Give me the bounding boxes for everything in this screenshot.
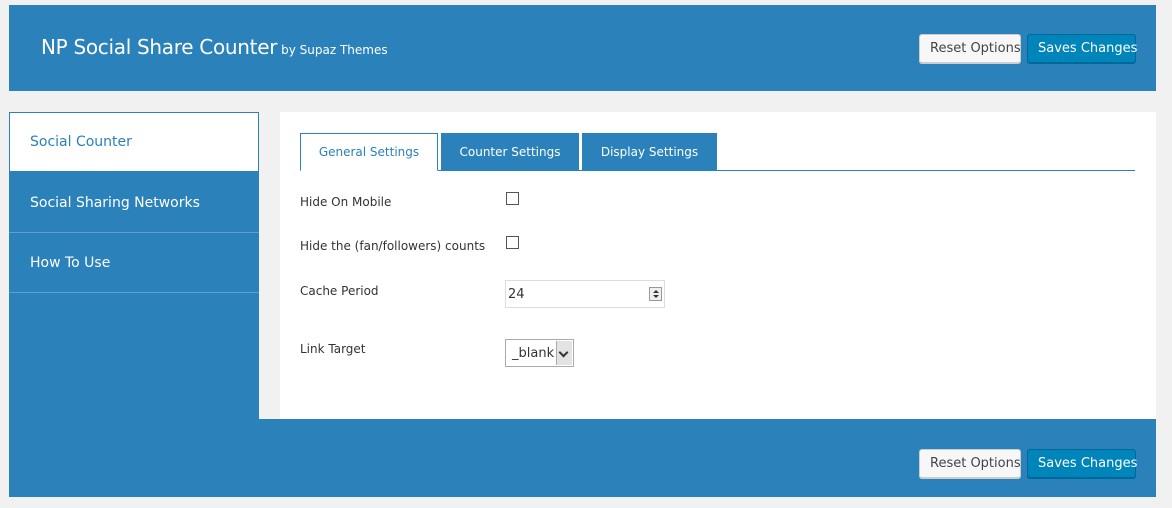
cache-period-label: Cache Period	[300, 284, 379, 298]
plugin-byline: by Supaz Themes	[281, 43, 388, 57]
footer-reset-button[interactable]: Reset Options	[919, 449, 1021, 478]
hide-on-mobile-label: Hide On Mobile	[300, 195, 392, 209]
footer-save-button[interactable]: Saves Changes	[1027, 449, 1137, 478]
hide-counts-label: Hide the (fan/followers) counts	[300, 239, 486, 253]
page-title: NP Social Share Counter by Supaz Themes	[41, 35, 388, 59]
tab-counter-settings[interactable]: Counter Settings	[441, 133, 579, 171]
cache-period-input[interactable]: 24	[505, 280, 665, 308]
settings-panel: General Settings Counter Settings Displa…	[280, 112, 1156, 419]
cache-period-value: 24	[508, 287, 525, 302]
link-target-select[interactable]: _blank	[505, 339, 574, 367]
link-target-label: Link Target	[300, 342, 366, 356]
header-reset-button[interactable]: Reset Options	[919, 34, 1021, 63]
hide-counts-checkbox[interactable]	[506, 236, 519, 249]
tab-display-settings[interactable]: Display Settings	[582, 133, 717, 171]
hide-on-mobile-checkbox[interactable]	[506, 192, 519, 205]
header-save-button[interactable]: Saves Changes	[1027, 34, 1137, 63]
spinner-arrows-icon[interactable]	[649, 287, 662, 301]
plugin-name: NP Social Share Counter	[41, 35, 278, 59]
sidebar-item-social-sharing-networks[interactable]: Social Sharing Networks	[9, 173, 259, 233]
footer-bar: Reset Options Saves Changes	[9, 419, 1156, 497]
sidebar-item-how-to-use[interactable]: How To Use	[9, 233, 259, 293]
header-bar: NP Social Share Counter by Supaz Themes R…	[9, 5, 1156, 91]
link-target-value: _blank	[512, 346, 555, 361]
chevron-down-icon[interactable]	[556, 341, 572, 365]
sidebar-item-social-counter[interactable]: Social Counter	[9, 112, 259, 172]
tab-general-settings[interactable]: General Settings	[300, 133, 438, 171]
sidebar: Social Counter Social Sharing Networks H…	[9, 112, 259, 419]
